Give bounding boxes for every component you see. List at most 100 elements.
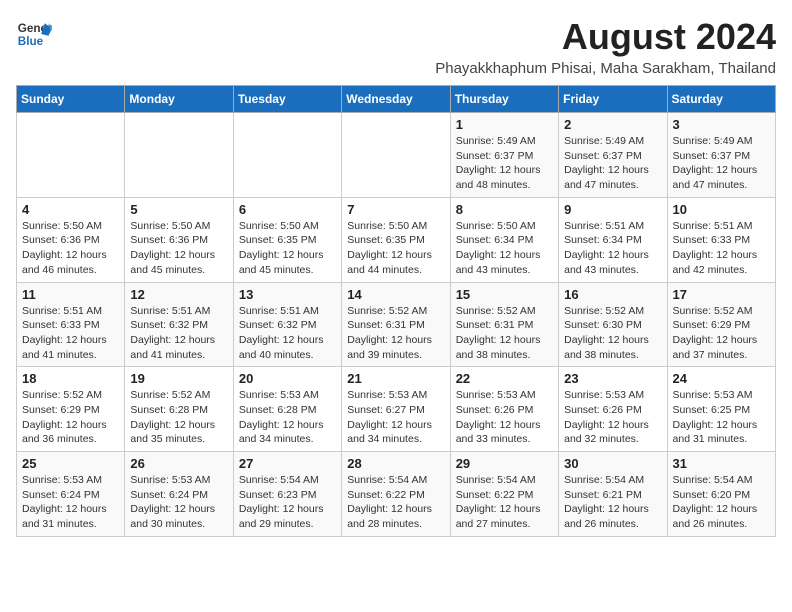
cell-info: Sunrise: 5:53 AM Sunset: 6:26 PM Dayligh… — [564, 388, 661, 447]
cell-day-number: 22 — [456, 371, 553, 386]
cell-info: Sunrise: 5:51 AM Sunset: 6:34 PM Dayligh… — [564, 219, 661, 278]
calendar-week-row: 18 Sunrise: 5:52 AM Sunset: 6:29 PM Dayli… — [17, 367, 776, 452]
cell-info: Sunrise: 5:50 AM Sunset: 6:35 PM Dayligh… — [239, 219, 336, 278]
calendar-week-row: 4 Sunrise: 5:50 AM Sunset: 6:36 PM Daylig… — [17, 197, 776, 282]
cell-day-number: 2 — [564, 117, 661, 132]
cell-info: Sunrise: 5:52 AM Sunset: 6:29 PM Dayligh… — [22, 388, 119, 447]
calendar-cell — [125, 113, 233, 198]
cell-info: Sunrise: 5:53 AM Sunset: 6:24 PM Dayligh… — [22, 473, 119, 532]
calendar-cell: 23 Sunrise: 5:53 AM Sunset: 6:26 PM Dayli… — [559, 367, 667, 452]
calendar-cell: 16 Sunrise: 5:52 AM Sunset: 6:30 PM Dayli… — [559, 282, 667, 367]
calendar-cell: 28 Sunrise: 5:54 AM Sunset: 6:22 PM Dayli… — [342, 452, 450, 537]
calendar-cell: 18 Sunrise: 5:52 AM Sunset: 6:29 PM Dayli… — [17, 367, 125, 452]
calendar-cell: 13Sunrise: 5:51 AM Sunset: 6:32 PM Dayli… — [233, 282, 341, 367]
cell-day-number: 20 — [239, 371, 336, 386]
calendar-cell — [17, 113, 125, 198]
cell-info: Sunrise: 5:49 AM Sunset: 6:37 PM Dayligh… — [456, 134, 553, 193]
calendar: SundayMondayTuesdayWednesdayThursdayFrid… — [16, 85, 776, 537]
calendar-cell: 29 Sunrise: 5:54 AM Sunset: 6:22 PM Dayli… — [450, 452, 558, 537]
cell-info: Sunrise: 5:53 AM Sunset: 6:25 PM Dayligh… — [673, 388, 770, 447]
cell-day-number: 31 — [673, 456, 770, 471]
calendar-cell: 25 Sunrise: 5:53 AM Sunset: 6:24 PM Dayli… — [17, 452, 125, 537]
cell-info: Sunrise: 5:54 AM Sunset: 6:21 PM Dayligh… — [564, 473, 661, 532]
calendar-cell: 31 Sunrise: 5:54 AM Sunset: 6:20 PM Dayli… — [667, 452, 775, 537]
calendar-cell: 17Sunrise: 5:52 AM Sunset: 6:29 PM Dayli… — [667, 282, 775, 367]
cell-info: Sunrise: 5:53 AM Sunset: 6:26 PM Dayligh… — [456, 388, 553, 447]
calendar-week-row: 25 Sunrise: 5:53 AM Sunset: 6:24 PM Dayli… — [17, 452, 776, 537]
cell-info: Sunrise: 5:51 AM Sunset: 6:32 PM Dayligh… — [130, 304, 227, 363]
subtitle: Phayakkhaphum Phisai, Maha Sarakham, Tha… — [435, 60, 776, 77]
cell-day-number: 19 — [130, 371, 227, 386]
cell-day-number: 27 — [239, 456, 336, 471]
cell-info: Sunrise: 5:54 AM Sunset: 6:22 PM Dayligh… — [347, 473, 444, 532]
calendar-cell: 4 Sunrise: 5:50 AM Sunset: 6:36 PM Daylig… — [17, 197, 125, 282]
calendar-cell: 2Sunrise: 5:49 AM Sunset: 6:37 PM Daylig… — [559, 113, 667, 198]
cell-day-number: 21 — [347, 371, 444, 386]
cell-day-number: 17 — [673, 287, 770, 302]
cell-day-number: 16 — [564, 287, 661, 302]
cell-day-number: 24 — [673, 371, 770, 386]
cell-info: Sunrise: 5:53 AM Sunset: 6:24 PM Dayligh… — [130, 473, 227, 532]
cell-day-number: 10 — [673, 202, 770, 217]
calendar-cell: 20 Sunrise: 5:53 AM Sunset: 6:28 PM Dayli… — [233, 367, 341, 452]
cell-info: Sunrise: 5:54 AM Sunset: 6:22 PM Dayligh… — [456, 473, 553, 532]
cell-day-number: 25 — [22, 456, 119, 471]
cell-info: Sunrise: 5:53 AM Sunset: 6:28 PM Dayligh… — [239, 388, 336, 447]
day-of-week-header: Tuesday — [233, 86, 341, 113]
day-of-week-header: Sunday — [17, 86, 125, 113]
calendar-cell: 27 Sunrise: 5:54 AM Sunset: 6:23 PM Dayli… — [233, 452, 341, 537]
cell-day-number: 29 — [456, 456, 553, 471]
cell-day-number: 4 — [22, 202, 119, 217]
cell-day-number: 5 — [130, 202, 227, 217]
calendar-cell: 7 Sunrise: 5:50 AM Sunset: 6:35 PM Daylig… — [342, 197, 450, 282]
cell-day-number: 8 — [456, 202, 553, 217]
cell-day-number: 30 — [564, 456, 661, 471]
calendar-cell: 19Sunrise: 5:52 AM Sunset: 6:28 PM Dayli… — [125, 367, 233, 452]
calendar-cell: 14 Sunrise: 5:52 AM Sunset: 6:31 PM Dayli… — [342, 282, 450, 367]
cell-info: Sunrise: 5:52 AM Sunset: 6:31 PM Dayligh… — [347, 304, 444, 363]
calendar-cell: 3Sunrise: 5:49 AM Sunset: 6:37 PM Daylig… — [667, 113, 775, 198]
cell-day-number: 13 — [239, 287, 336, 302]
logo: General Blue — [16, 16, 52, 52]
calendar-cell: 1 Sunrise: 5:49 AM Sunset: 6:37 PM Daylig… — [450, 113, 558, 198]
cell-info: Sunrise: 5:50 AM Sunset: 6:36 PM Dayligh… — [22, 219, 119, 278]
header: General Blue August 2024 Phayakkhaphum P… — [16, 16, 776, 77]
cell-day-number: 14 — [347, 287, 444, 302]
calendar-cell: 10 Sunrise: 5:51 AM Sunset: 6:33 PM Dayli… — [667, 197, 775, 282]
cell-day-number: 1 — [456, 117, 553, 132]
cell-day-number: 26 — [130, 456, 227, 471]
cell-info: Sunrise: 5:51 AM Sunset: 6:33 PM Dayligh… — [673, 219, 770, 278]
cell-day-number: 7 — [347, 202, 444, 217]
calendar-cell: 22 Sunrise: 5:53 AM Sunset: 6:26 PM Dayli… — [450, 367, 558, 452]
calendar-header-row: SundayMondayTuesdayWednesdayThursdayFrid… — [17, 86, 776, 113]
calendar-week-row: 11Sunrise: 5:51 AM Sunset: 6:33 PM Dayli… — [17, 282, 776, 367]
cell-info: Sunrise: 5:52 AM Sunset: 6:31 PM Dayligh… — [456, 304, 553, 363]
calendar-cell: 15 Sunrise: 5:52 AM Sunset: 6:31 PM Dayli… — [450, 282, 558, 367]
cell-day-number: 6 — [239, 202, 336, 217]
cell-info: Sunrise: 5:52 AM Sunset: 6:30 PM Dayligh… — [564, 304, 661, 363]
cell-day-number: 12 — [130, 287, 227, 302]
cell-info: Sunrise: 5:50 AM Sunset: 6:35 PM Dayligh… — [347, 219, 444, 278]
day-of-week-header: Saturday — [667, 86, 775, 113]
main-title: August 2024 — [435, 16, 776, 58]
calendar-cell: 6 Sunrise: 5:50 AM Sunset: 6:35 PM Daylig… — [233, 197, 341, 282]
calendar-cell — [342, 113, 450, 198]
calendar-cell: 21 Sunrise: 5:53 AM Sunset: 6:27 PM Dayli… — [342, 367, 450, 452]
cell-day-number: 18 — [22, 371, 119, 386]
cell-day-number: 9 — [564, 202, 661, 217]
day-of-week-header: Wednesday — [342, 86, 450, 113]
cell-info: Sunrise: 5:50 AM Sunset: 6:36 PM Dayligh… — [130, 219, 227, 278]
cell-day-number: 23 — [564, 371, 661, 386]
title-area: August 2024 Phayakkhaphum Phisai, Maha S… — [435, 16, 776, 77]
logo-icon: General Blue — [16, 16, 52, 52]
cell-day-number: 11 — [22, 287, 119, 302]
cell-info: Sunrise: 5:49 AM Sunset: 6:37 PM Dayligh… — [673, 134, 770, 193]
day-of-week-header: Monday — [125, 86, 233, 113]
cell-info: Sunrise: 5:54 AM Sunset: 6:23 PM Dayligh… — [239, 473, 336, 532]
svg-text:Blue: Blue — [18, 35, 44, 48]
cell-day-number: 28 — [347, 456, 444, 471]
calendar-cell: 12 Sunrise: 5:51 AM Sunset: 6:32 PM Dayli… — [125, 282, 233, 367]
cell-info: Sunrise: 5:53 AM Sunset: 6:27 PM Dayligh… — [347, 388, 444, 447]
cell-day-number: 15 — [456, 287, 553, 302]
cell-info: Sunrise: 5:54 AM Sunset: 6:20 PM Dayligh… — [673, 473, 770, 532]
